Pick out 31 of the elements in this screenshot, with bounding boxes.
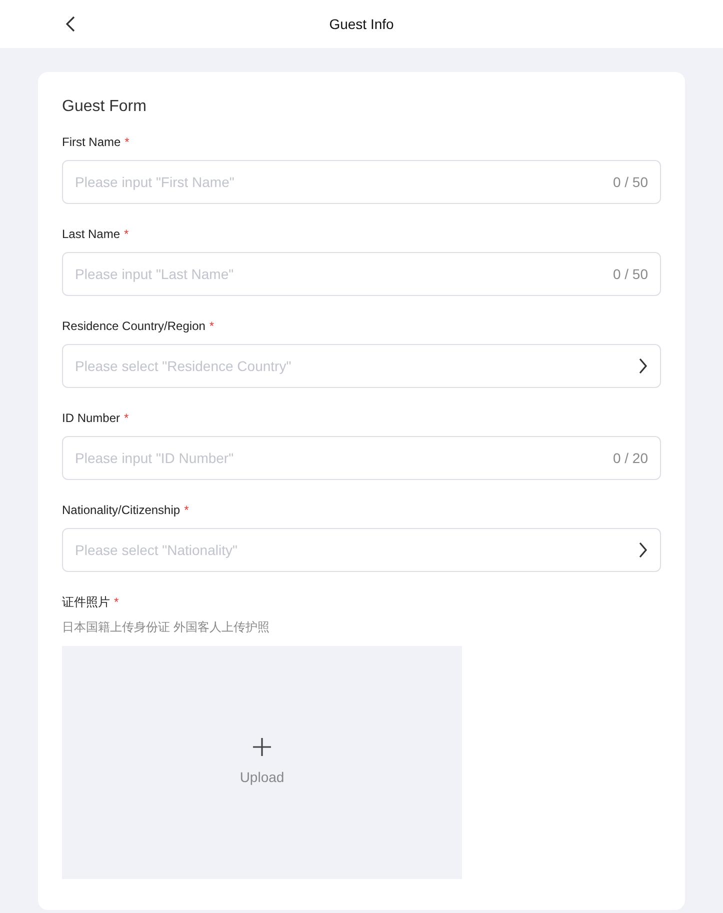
field-label: 证件照片 xyxy=(62,594,110,611)
required-mark: * xyxy=(124,134,130,151)
required-mark: * xyxy=(114,594,119,611)
field-label: Last Name xyxy=(62,226,120,243)
select-placeholder: Please select "Residence Country" xyxy=(75,356,292,376)
upload-hint: 日本国籍上传身份证 外国客人上传护照 xyxy=(62,619,270,636)
plus-icon xyxy=(252,737,272,757)
field-label: First Name xyxy=(62,134,121,151)
text-input[interactable]: Please input "First Name" xyxy=(75,172,613,192)
field-label: Residence Country/Region xyxy=(62,318,206,335)
chevron-right-icon xyxy=(638,358,648,374)
text-input[interactable]: Please input "ID Number" xyxy=(75,448,613,468)
upload-area[interactable]: Upload xyxy=(62,646,462,879)
character-counter: 0 / 20 xyxy=(612,448,648,468)
page-title: Guest Info xyxy=(329,14,394,34)
chevron-right-icon xyxy=(638,542,648,558)
form-title: Guest Form xyxy=(62,97,148,117)
field-label: Nationality/Citizenship xyxy=(62,502,180,519)
required-mark: * xyxy=(124,226,129,243)
required-mark: * xyxy=(184,502,189,519)
character-counter: 0 / 50 xyxy=(612,264,648,284)
input-field[interactable]: Please input "ID Number" 0 / 20 xyxy=(62,436,661,480)
field-label: ID Number xyxy=(62,410,120,427)
select-placeholder: Please select "Nationality" xyxy=(75,540,238,560)
text-input[interactable]: Please input "Last Name" xyxy=(75,264,613,284)
back-icon xyxy=(66,16,74,32)
required-mark: * xyxy=(124,410,129,427)
character-counter: 0 / 50 xyxy=(612,172,648,192)
required-mark: * xyxy=(209,318,214,335)
input-field[interactable]: Please input "First Name" 0 / 50 xyxy=(62,160,661,204)
input-field[interactable]: Please input "Last Name" 0 / 50 xyxy=(62,252,661,296)
